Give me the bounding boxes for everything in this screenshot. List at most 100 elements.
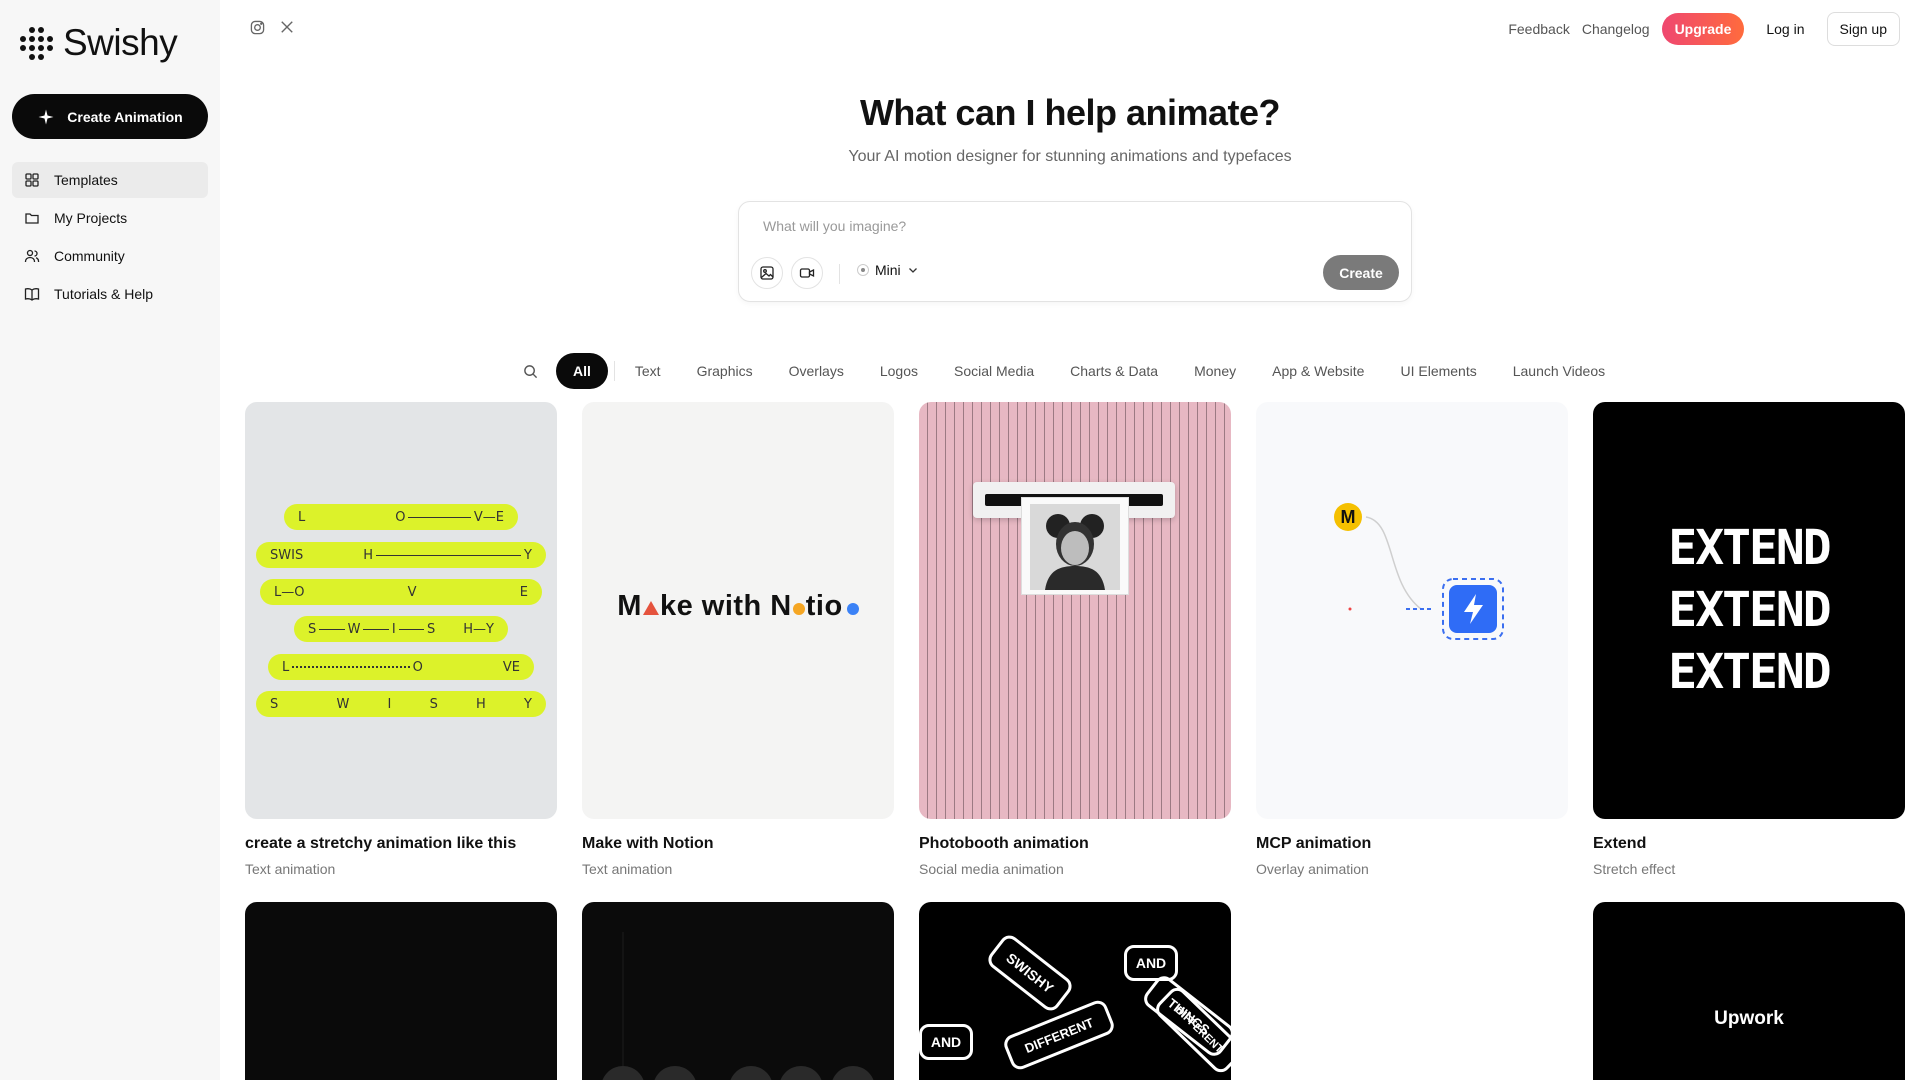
divider <box>613 361 615 381</box>
triangle-icon <box>642 601 659 615</box>
sidebar-item-label: My Projects <box>54 210 128 226</box>
sticker: SWISHY <box>984 931 1076 1015</box>
template-card[interactable] <box>582 902 894 1080</box>
card-title: create a stretchy animation like this <box>245 835 517 852</box>
photo-print <box>1021 497 1129 595</box>
card-thumbnail: EXTEND EXTEND EXTEND <box>1593 402 1905 819</box>
filter-money[interactable]: Money <box>1176 363 1254 379</box>
book-icon <box>24 288 40 301</box>
card-subtitle: Social media animation <box>919 861 1064 877</box>
stretchy-pill: SWISHY <box>256 542 546 568</box>
sticker: AND <box>1124 945 1178 981</box>
page-subtitle: Your AI motion designer for stunning ani… <box>848 148 1292 165</box>
pendulum-graphic <box>602 932 874 1080</box>
swishy-logo-icon <box>19 26 53 60</box>
brand-logo[interactable]: Swishy <box>19 22 178 64</box>
stretchy-pill: S W I S H—Y <box>294 616 508 642</box>
sidebar-item-label: Templates <box>54 172 118 188</box>
card-subtitle: Stretch effect <box>1593 861 1676 877</box>
extend-word: EXTEND <box>1668 582 1831 638</box>
sidebar-item-templates[interactable]: Templates <box>12 162 208 198</box>
sticker: AND <box>919 1024 973 1060</box>
stretchy-pill: LOVE <box>268 654 534 680</box>
instagram-icon[interactable] <box>248 18 266 36</box>
sidebar-item-label: Tutorials & Help <box>54 286 154 302</box>
filter-all[interactable]: All <box>556 353 608 389</box>
page-title: What can I help animate? <box>859 92 1281 133</box>
card-title: Photobooth animation <box>919 835 1089 852</box>
template-card[interactable]: M MCP animation Overlay animation <box>1256 402 1568 877</box>
card-title: Extend <box>1593 835 1647 852</box>
feedback-link[interactable]: Feedback <box>1508 21 1569 37</box>
upwork-wordmark: Upwork <box>1714 1008 1784 1029</box>
image-icon <box>760 266 774 280</box>
mcp-connection-graphic <box>1348 516 1504 640</box>
chevron-down-icon <box>908 268 917 273</box>
extend-word: EXTEND <box>1668 644 1831 700</box>
template-card[interactable]: EXTEND EXTEND EXTEND Extend Stretch effe… <box>1593 402 1905 877</box>
signup-button[interactable]: Sign up <box>1826 12 1900 46</box>
grid-icon <box>25 173 39 187</box>
filter-ui-elements[interactable]: UI Elements <box>1382 363 1494 379</box>
template-card[interactable]: Mke with Ntio Make with Notion Text anim… <box>582 402 894 877</box>
card-thumbnail <box>919 402 1231 819</box>
sidebar-item-my-projects[interactable]: My Projects <box>12 200 208 236</box>
sidebar: Swishy Create Animation Templates My Pro… <box>0 0 220 1080</box>
prompt-input[interactable] <box>763 218 1363 234</box>
create-animation-button[interactable]: Create Animation <box>12 94 208 139</box>
attach-video-button[interactable] <box>791 257 823 289</box>
sticker: DIFFERENT <box>1001 997 1117 1073</box>
divider <box>839 264 840 284</box>
card-subtitle: Text animation <box>582 861 673 877</box>
filter-overlays[interactable]: Overlays <box>771 363 862 379</box>
users-icon <box>24 249 40 263</box>
filter-logos[interactable]: Logos <box>862 363 936 379</box>
stretchy-pill: L—O V E <box>260 579 542 605</box>
notion-wordmark: Mke with Ntio <box>582 590 894 623</box>
sidebar-item-community[interactable]: Community <box>12 238 208 274</box>
changelog-link[interactable]: Changelog <box>1582 21 1650 37</box>
brand-name: Swishy <box>63 22 178 63</box>
login-button[interactable]: Log in <box>1756 13 1814 45</box>
model-dot-icon <box>857 264 869 276</box>
card-thumbnail: M <box>1256 402 1568 819</box>
card-subtitle: Overlay animation <box>1256 861 1369 877</box>
x-icon[interactable] <box>278 18 296 36</box>
card-title: Make with Notion <box>582 835 714 852</box>
sticker: DIFFERENT <box>1151 983 1231 1077</box>
prompt-create-button[interactable]: Create <box>1323 255 1399 290</box>
card-title: MCP animation <box>1256 835 1372 852</box>
filter-app-website[interactable]: App & Website <box>1254 363 1382 379</box>
template-card[interactable]: Photobooth animation Social media animat… <box>919 402 1231 877</box>
extend-word: EXTEND <box>1668 520 1831 576</box>
stretchy-pill: L O V—E <box>284 504 518 530</box>
template-card[interactable] <box>245 902 557 1080</box>
card-subtitle: Text animation <box>245 861 336 877</box>
filter-charts-data[interactable]: Charts & Data <box>1052 363 1176 379</box>
model-select[interactable]: Mini <box>857 262 919 278</box>
attach-image-button[interactable] <box>751 257 783 289</box>
filter-graphics[interactable]: Graphics <box>679 363 771 379</box>
template-card[interactable]: SWISHY AND DIFFERENT AND THINGS DIFFEREN… <box>919 902 1231 1080</box>
sidebar-item-tutorials[interactable]: Tutorials & Help <box>12 276 208 312</box>
mcp-badge: M <box>1334 503 1362 531</box>
video-icon <box>799 268 815 278</box>
sidebar-nav: Templates My Projects Community Tutorial… <box>12 162 208 314</box>
card-thumbnail: Upwork <box>1593 902 1905 1080</box>
card-thumbnail <box>582 902 894 1080</box>
dot-icon <box>792 603 805 615</box>
filter-social-media[interactable]: Social Media <box>936 363 1052 379</box>
template-card[interactable]: Upwork <box>1593 902 1905 1080</box>
template-card[interactable]: L O V—E SWISHY L—O V E S W I S H—Y LOVE SWISHY c… <box>245 402 557 877</box>
folder-icon <box>25 213 39 224</box>
filter-launch-videos[interactable]: Launch Videos <box>1495 363 1623 379</box>
upgrade-button[interactable]: Upgrade <box>1661 13 1745 45</box>
card-thumbnail <box>245 902 557 1080</box>
stretchy-pill: SWISHY <box>256 691 546 717</box>
filter-text[interactable]: Text <box>617 363 679 379</box>
model-label: Mini <box>875 262 901 278</box>
search-icon[interactable] <box>520 361 540 381</box>
social-links <box>248 18 296 36</box>
sidebar-item-label: Community <box>54 248 125 264</box>
card-thumbnail: SWISHY AND DIFFERENT AND THINGS DIFFEREN… <box>919 902 1231 1080</box>
